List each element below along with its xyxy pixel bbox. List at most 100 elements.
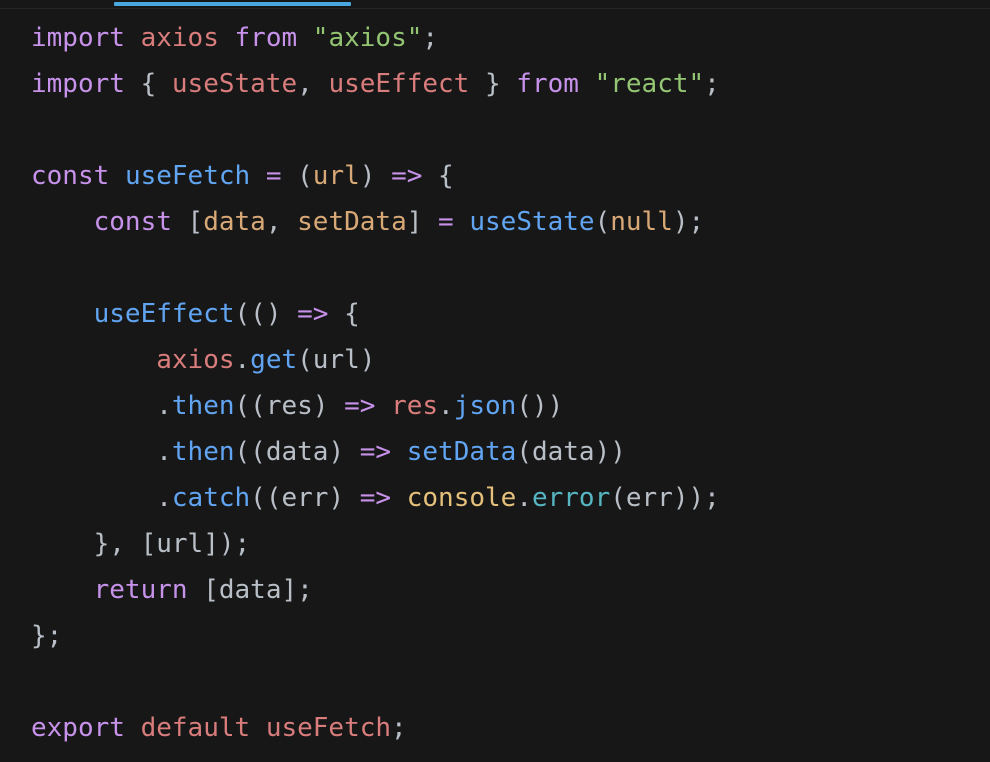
code-token-plain: data <box>218 575 282 605</box>
code-token-keyword: import <box>31 69 125 99</box>
code-token-plain: (( <box>250 483 282 513</box>
code-token-function: get <box>250 345 298 375</box>
code-token-operator: = <box>438 207 454 237</box>
code-token-plain: [ <box>187 575 219 605</box>
code-token-plain: err <box>281 483 329 513</box>
code-token-function: then <box>171 437 235 467</box>
code-token-class: axios <box>140 23 219 53</box>
code-token-operator: => <box>359 483 392 513</box>
code-line[interactable]: .then((res) => res.json()) <box>31 383 990 429</box>
code-token-function: setData <box>406 437 517 467</box>
code-token-string: "react" <box>594 69 705 99</box>
code-token-plain: ( <box>610 483 626 513</box>
code-token-plain: ( <box>281 161 313 191</box>
code-token-keyword: const <box>31 161 110 191</box>
code-line[interactable]: axios.get(url) <box>31 337 990 383</box>
code-token-plain: (( <box>234 437 266 467</box>
code-token-plain: . <box>31 391 172 421</box>
code-line[interactable]: const useFetch = (url) => { <box>31 153 990 199</box>
code-token-plain: , <box>265 207 298 237</box>
code-token-function: useFetch <box>124 161 251 191</box>
code-token-plain: data <box>531 437 595 467</box>
code-token-keyword: import <box>31 23 125 53</box>
code-token-plain: { <box>328 299 360 329</box>
code-line[interactable]: import axios from "axios"; <box>31 15 990 61</box>
code-line[interactable]: .catch((err) => console.error(err)); <box>31 475 990 521</box>
code-token-variable: url <box>312 161 360 191</box>
editor-top-bar <box>0 0 990 8</box>
code-token-plain: }, [ <box>31 529 157 559</box>
code-line[interactable]: useEffect(() => { <box>31 291 990 337</box>
code-token-plain: )) <box>594 437 626 467</box>
code-token-plain: ) <box>359 345 376 375</box>
code-token-plain: { <box>422 161 454 191</box>
code-line[interactable] <box>31 107 990 153</box>
code-token-operator: => <box>297 299 329 329</box>
code-token-plain: ) <box>328 437 360 467</box>
code-token-keyword: from <box>516 69 579 99</box>
code-token-keyword: return <box>93 575 188 605</box>
code-token-console: console <box>406 483 517 513</box>
code-line[interactable]: const [data, setData] = useState(null); <box>31 199 990 245</box>
code-token-function: useState <box>469 207 595 237</box>
code-line[interactable]: export default useFetch; <box>31 705 990 751</box>
code-token-plain: ( <box>297 345 313 375</box>
code-token-variable: data <box>203 207 266 237</box>
code-line[interactable] <box>31 245 990 291</box>
code-token-class: axios <box>156 345 235 375</box>
code-token-plain: ); <box>672 207 705 237</box>
code-token-plain: ]; <box>281 575 313 605</box>
code-token-plain: ; <box>704 69 720 99</box>
code-token-plain: ( <box>516 437 532 467</box>
code-token-string: "axios" <box>312 23 423 53</box>
code-token-function: useEffect <box>93 299 235 329</box>
code-line[interactable]: }; <box>31 613 990 659</box>
code-line[interactable]: .then((data) => setData(data)) <box>31 429 990 475</box>
code-token-plain: [ <box>171 207 204 237</box>
code-token-plain: ]); <box>203 529 251 559</box>
code-line[interactable]: return [data]; <box>31 567 990 613</box>
code-line[interactable]: }, [url]); <box>31 521 990 567</box>
code-token-plain: ) <box>359 161 392 191</box>
code-editor[interactable]: import axios from "axios"; import { useSt… <box>0 0 990 762</box>
code-token-plain: { <box>124 69 172 99</box>
code-token-plain: ] <box>406 207 439 237</box>
code-token-plain: ) <box>328 483 360 513</box>
code-token-plain: (( <box>234 391 266 421</box>
code-token-plain: . <box>234 345 251 375</box>
code-token-plain: (() <box>234 299 298 329</box>
code-token-plain: )); <box>672 483 720 513</box>
code-token-plain: ) <box>312 391 345 421</box>
code-token-function: catch <box>171 483 251 513</box>
code-token-plain: . <box>516 483 532 513</box>
code-token-function: then <box>171 391 235 421</box>
code-line[interactable] <box>31 659 990 705</box>
code-token-plain: ; <box>391 713 407 743</box>
code-token-plain: data <box>265 437 329 467</box>
code-line[interactable]: import { useState, useEffect } from "rea… <box>31 61 990 107</box>
code-token-plain: . <box>438 391 454 421</box>
code-token-operator: = <box>265 161 282 191</box>
code-token-plain: } <box>469 69 517 99</box>
code-token-plain: err <box>625 483 673 513</box>
code-token-plain: url <box>312 345 360 375</box>
code-token-plain: . <box>31 483 172 513</box>
code-token-keyword: const <box>93 207 172 237</box>
code-token-plain: ()) <box>516 391 564 421</box>
code-token-keyword: from <box>234 23 298 53</box>
code-content-area[interactable]: import axios from "axios"; import { useSt… <box>0 9 990 762</box>
active-tab-underline-indicator[interactable] <box>114 2 351 6</box>
code-token-class: useState <box>171 69 298 99</box>
code-token-function: json <box>453 391 517 421</box>
